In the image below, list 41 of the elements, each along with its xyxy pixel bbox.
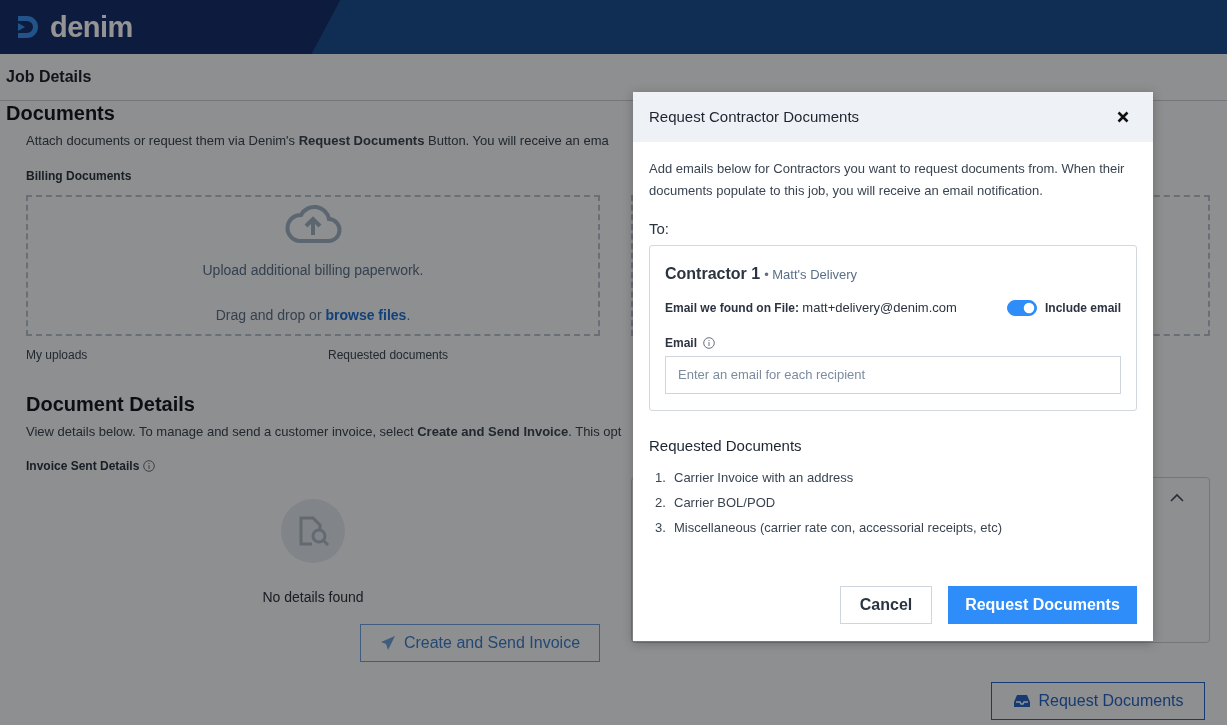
recipient-label: To: <box>649 219 670 239</box>
drop-hint: Drag and drop or browse files. <box>215 306 411 325</box>
empty-message: No details found <box>262 588 364 607</box>
contractor-name: Contractor 1 <box>665 263 761 284</box>
request-documents-button[interactable]: Request Documents <box>948 586 1137 624</box>
toggle-label: Include email <box>1044 299 1121 317</box>
modal-title: Request Contractor Documents <box>649 106 860 127</box>
requested-item: Miscellaneous (carrier rate con, accessorial receipts, etc) <box>674 519 1002 537</box>
logo-text: denim <box>50 12 133 42</box>
send-icon <box>379 635 396 651</box>
info-icon <box>703 336 715 349</box>
requested-item: Carrier Invoice with an address <box>674 469 854 487</box>
request-documents-button[interactable]: Request Documents <box>991 682 1205 720</box>
upload-tab[interactable]: My uploads <box>26 345 328 364</box>
list-number: 1. <box>655 469 667 487</box>
upload-tab[interactable]: Requested documents <box>328 345 449 364</box>
page-title: Job Details <box>6 67 92 87</box>
list-number: 3. <box>655 519 667 537</box>
include-email-toggle[interactable] <box>1006 299 1037 316</box>
field-label: Billing Documents <box>26 167 133 185</box>
upload-dropzone[interactable]: Upload additional billing paperwork. Drag and drop or browse files. <box>26 194 600 336</box>
section-description: Attach documents or request them via Denim's Request Documents Button. You will receive an ema <box>26 132 609 150</box>
modal-description: Add emails below for Contractors you want to request documents from. When their documents populate to this job, you will receive an email notification. <box>649 160 1126 200</box>
list-number: 2. <box>655 494 667 512</box>
email-input[interactable]: Enter an email for each recipient <box>665 355 1121 394</box>
cloud-upload-icon <box>284 204 342 244</box>
contractor-company: • Matt's Delivery <box>764 265 858 284</box>
section-description: View details below. To manage and send a customer invoice, select Create and Send Invoice. This opt <box>26 422 622 441</box>
cancel-button[interactable]: Cancel <box>840 586 932 624</box>
field-label: Invoice Sent Details <box>26 458 140 475</box>
requested-item: Carrier BOL/POD <box>674 494 776 512</box>
inbox-icon <box>1012 694 1031 708</box>
info-icon <box>143 460 156 472</box>
requested-heading: Requested Documents <box>649 435 803 456</box>
close-icon[interactable] <box>1117 111 1129 123</box>
section-heading: Document Details <box>26 391 195 416</box>
chevron-icon[interactable] <box>1169 492 1185 504</box>
section-heading: Documents <box>6 101 115 125</box>
upload-hint: Upload additional billing paperwork. <box>202 261 424 280</box>
field-label: Email <box>665 334 697 352</box>
found-email-text: Email we found on File: matt+delivery@denim.com <box>665 298 957 317</box>
